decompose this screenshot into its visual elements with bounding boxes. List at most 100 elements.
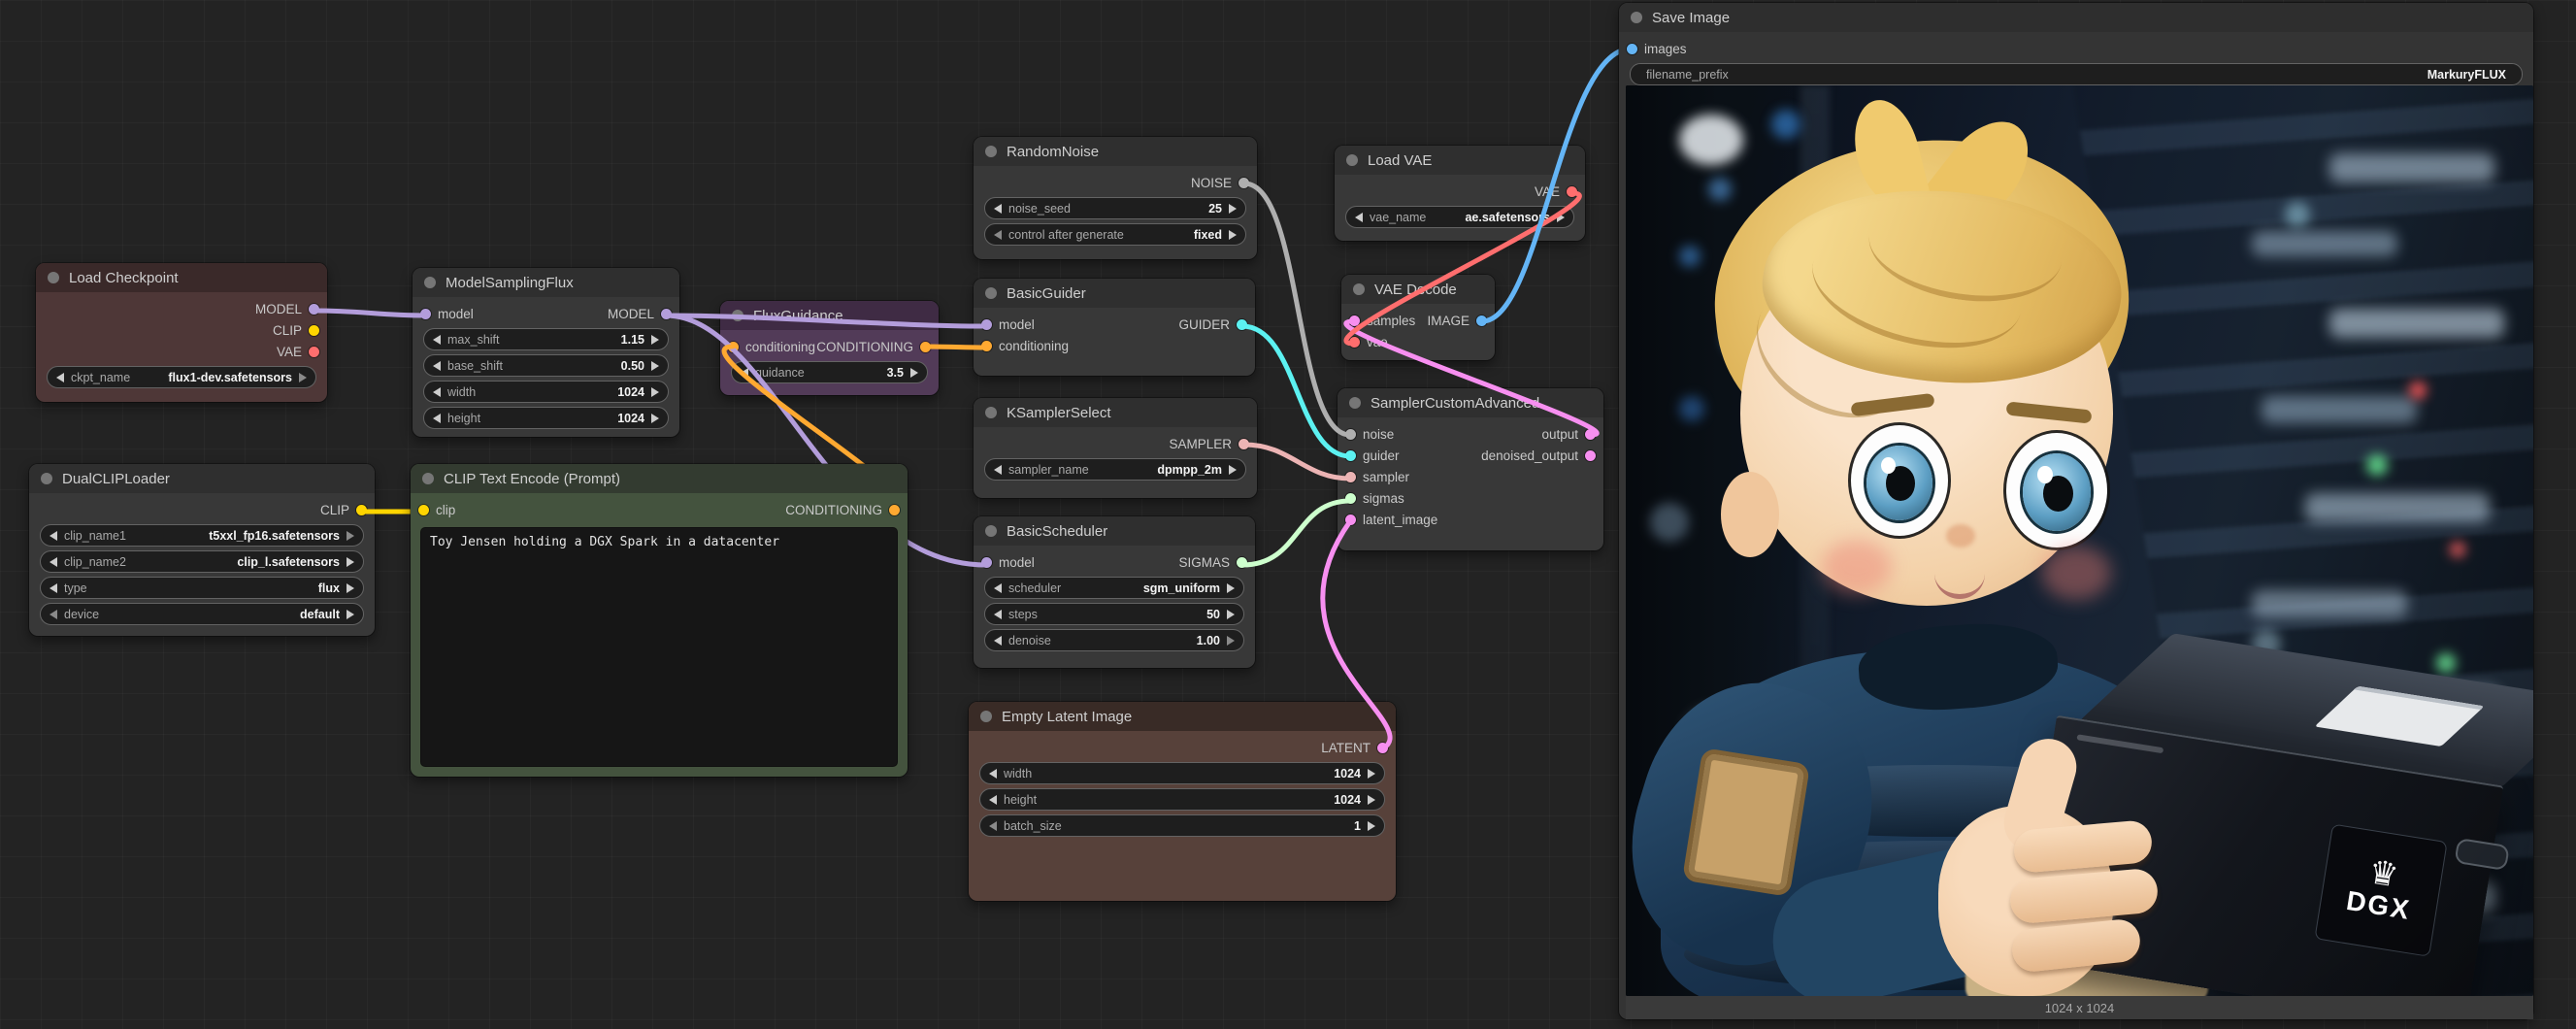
increment-arrow-icon[interactable]: [910, 368, 918, 378]
node-basic-guider[interactable]: BasicGuider model GUIDER conditioning: [974, 279, 1255, 376]
decrement-arrow-icon[interactable]: [1355, 213, 1363, 222]
node-titlebar[interactable]: FluxGuidance: [720, 301, 939, 330]
sampler-input-port[interactable]: [1345, 472, 1356, 482]
model-output-port[interactable]: [661, 309, 672, 319]
increment-arrow-icon[interactable]: [1557, 213, 1565, 222]
node-titlebar[interactable]: CLIP Text Encode (Prompt): [411, 464, 908, 493]
collapse-dot-icon[interactable]: [985, 287, 997, 299]
sigmas-output-port[interactable]: [1237, 557, 1247, 568]
increment-arrow-icon[interactable]: [347, 583, 354, 593]
node-sampler-custom-advanced[interactable]: SamplerCustomAdvanced noise output guide…: [1338, 388, 1603, 550]
decrement-arrow-icon[interactable]: [433, 387, 441, 397]
noise-seed-widget[interactable]: noise_seed 25: [984, 197, 1246, 219]
node-titlebar[interactable]: VAE Decode: [1341, 275, 1495, 304]
max-shift-widget[interactable]: max_shift 1.15: [423, 328, 669, 350]
increment-arrow-icon[interactable]: [651, 335, 659, 345]
node-ksampler-select[interactable]: KSamplerSelect SAMPLER sampler_name dpmp…: [974, 398, 1257, 498]
device-widget[interactable]: device default: [40, 603, 364, 625]
node-titlebar[interactable]: Load Checkpoint: [36, 263, 327, 292]
increment-arrow-icon[interactable]: [1229, 465, 1237, 475]
model-input-port[interactable]: [981, 557, 992, 568]
sigmas-input-port[interactable]: [1345, 493, 1356, 504]
increment-arrow-icon[interactable]: [1227, 610, 1235, 619]
node-titlebar[interactable]: Empty Latent Image: [969, 702, 1396, 731]
vae-name-widget[interactable]: vae_name ae.safetensors: [1345, 206, 1574, 228]
height-widget[interactable]: height 1024: [979, 788, 1385, 811]
node-titlebar[interactable]: KSamplerSelect: [974, 398, 1257, 427]
increment-arrow-icon[interactable]: [1368, 769, 1375, 779]
increment-arrow-icon[interactable]: [1227, 636, 1235, 646]
collapse-dot-icon[interactable]: [1349, 397, 1361, 409]
control-after-generate-widget[interactable]: control after generate fixed: [984, 223, 1246, 246]
sampler-output-port[interactable]: [1238, 439, 1249, 449]
steps-widget[interactable]: steps 50: [984, 603, 1244, 625]
decrement-arrow-icon[interactable]: [741, 368, 748, 378]
width-widget[interactable]: width 1024: [979, 762, 1385, 784]
filename-prefix-widget[interactable]: filename_prefix MarkuryFLUX: [1630, 63, 2523, 85]
increment-arrow-icon[interactable]: [347, 557, 354, 567]
collapse-dot-icon[interactable]: [1631, 12, 1642, 23]
decrement-arrow-icon[interactable]: [50, 557, 57, 567]
node-graph-canvas[interactable]: Load Checkpoint MODEL CLIP VAE ckpt_name…: [0, 0, 2576, 1029]
conditioning-output-port[interactable]: [920, 342, 931, 352]
node-titlebar[interactable]: BasicScheduler: [974, 516, 1255, 546]
node-titlebar[interactable]: Save Image: [1619, 3, 2533, 32]
decrement-arrow-icon[interactable]: [994, 583, 1002, 593]
node-titlebar[interactable]: RandomNoise: [974, 137, 1257, 166]
guider-input-port[interactable]: [1345, 450, 1356, 461]
ckpt-name-widget[interactable]: ckpt_name flux1-dev.safetensors: [47, 366, 316, 388]
vae-input-port[interactable]: [1349, 337, 1360, 348]
decrement-arrow-icon[interactable]: [50, 610, 57, 619]
latent-output-port[interactable]: [1377, 743, 1388, 753]
node-load-vae[interactable]: Load VAE VAE vae_name ae.safetensors: [1335, 146, 1585, 241]
clip-output-port[interactable]: [356, 505, 367, 515]
node-save-image[interactable]: Save Image images filename_prefix Markur…: [1619, 3, 2533, 1019]
node-model-sampling-flux[interactable]: ModelSamplingFlux model MODEL max_shift …: [413, 268, 679, 437]
conditioning-input-port[interactable]: [981, 341, 992, 351]
image-output-port[interactable]: [1476, 315, 1487, 326]
increment-arrow-icon[interactable]: [1229, 204, 1237, 214]
samples-input-port[interactable]: [1349, 315, 1360, 326]
decrement-arrow-icon[interactable]: [994, 204, 1002, 214]
increment-arrow-icon[interactable]: [347, 610, 354, 619]
increment-arrow-icon[interactable]: [1227, 583, 1235, 593]
latent-image-input-port[interactable]: [1345, 514, 1356, 525]
width-widget[interactable]: width 1024: [423, 381, 669, 403]
decrement-arrow-icon[interactable]: [994, 230, 1002, 240]
increment-arrow-icon[interactable]: [651, 387, 659, 397]
decrement-arrow-icon[interactable]: [994, 636, 1002, 646]
batch-size-widget[interactable]: batch_size 1: [979, 814, 1385, 837]
collapse-dot-icon[interactable]: [1346, 154, 1358, 166]
collapse-dot-icon[interactable]: [1353, 283, 1365, 295]
node-dual-clip-loader[interactable]: DualCLIPLoader CLIP clip_name1 t5xxl_fp1…: [29, 464, 375, 636]
decrement-arrow-icon[interactable]: [433, 361, 441, 371]
model-output-port[interactable]: [309, 304, 319, 315]
node-titlebar[interactable]: BasicGuider: [974, 279, 1255, 308]
decrement-arrow-icon[interactable]: [50, 583, 57, 593]
increment-arrow-icon[interactable]: [1229, 230, 1237, 240]
type-widget[interactable]: type flux: [40, 577, 364, 599]
collapse-dot-icon[interactable]: [985, 525, 997, 537]
collapse-dot-icon[interactable]: [980, 711, 992, 722]
node-vae-decode[interactable]: VAE Decode samples IMAGE vae: [1341, 275, 1495, 360]
increment-arrow-icon[interactable]: [347, 531, 354, 541]
node-titlebar[interactable]: DualCLIPLoader: [29, 464, 375, 493]
node-basic-scheduler[interactable]: BasicScheduler model SIGMAS scheduler sg…: [974, 516, 1255, 668]
decrement-arrow-icon[interactable]: [994, 610, 1002, 619]
node-random-noise[interactable]: RandomNoise NOISE noise_seed 25 control …: [974, 137, 1257, 259]
denoise-widget[interactable]: denoise 1.00: [984, 629, 1244, 651]
collapse-dot-icon[interactable]: [41, 473, 52, 484]
increment-arrow-icon[interactable]: [299, 373, 307, 382]
guidance-widget[interactable]: guidance 3.5: [731, 361, 928, 383]
collapse-dot-icon[interactable]: [424, 277, 436, 288]
conditioning-input-port[interactable]: [728, 342, 739, 352]
conditioning-output-port[interactable]: [889, 505, 900, 515]
clip-input-port[interactable]: [418, 505, 429, 515]
collapse-dot-icon[interactable]: [985, 146, 997, 157]
vae-output-port[interactable]: [1567, 186, 1577, 197]
decrement-arrow-icon[interactable]: [50, 531, 57, 541]
node-empty-latent-image[interactable]: Empty Latent Image LATENT width 1024 hei…: [969, 702, 1396, 901]
prompt-text-input[interactable]: Toy Jensen holding a DGX Spark in a data…: [420, 527, 898, 767]
vae-output-port[interactable]: [309, 347, 319, 357]
denoised-output-port[interactable]: [1585, 450, 1596, 461]
